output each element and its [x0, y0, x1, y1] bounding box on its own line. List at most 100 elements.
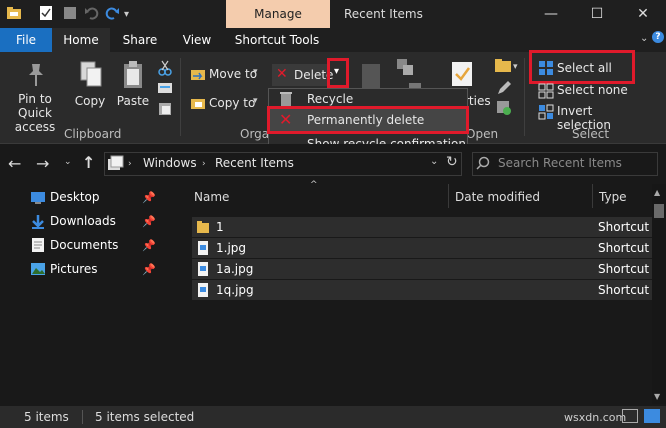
maximize-button[interactable]: ☐ [574, 0, 620, 28]
column-header-name[interactable]: Name [194, 190, 229, 204]
details-view-icon[interactable] [622, 409, 638, 423]
file-type: Shortcut [598, 262, 650, 276]
pin-icon[interactable]: 📌 [142, 263, 156, 276]
history-icon[interactable] [496, 100, 512, 119]
pin-icon[interactable]: 📌 [142, 191, 156, 204]
help-icon[interactable]: ? [652, 31, 664, 43]
redo-icon[interactable] [104, 5, 120, 21]
properties-quick-icon[interactable] [38, 5, 54, 21]
paste-icon [124, 61, 142, 88]
copy-to-label: Copy to [209, 96, 256, 110]
pictures-icon [31, 263, 45, 275]
invert-selection-icon [538, 104, 554, 120]
chevron-down-icon[interactable]: ▾ [513, 62, 518, 72]
move-to-label: Move to [209, 67, 258, 81]
delete-dropdown-button[interactable]: ▾ [327, 58, 349, 88]
nav-item-desktop[interactable]: Desktop 📌 [0, 186, 160, 210]
watermark: wsxdn.com [564, 411, 627, 424]
pin-icon[interactable]: 📌 [142, 239, 156, 252]
column-separator[interactable] [592, 184, 593, 208]
select-all-icon [539, 61, 553, 75]
copy-to-button[interactable]: Copy to ▾ [190, 93, 266, 115]
tab-share[interactable]: Share [116, 28, 164, 52]
chevron-right-icon: › [128, 159, 132, 169]
close-button[interactable]: ✕ [620, 0, 666, 28]
nav-item-pictures[interactable]: Pictures 📌 [0, 258, 160, 282]
address-dropdown-icon[interactable]: ⌄ [430, 156, 438, 167]
downloads-icon [32, 215, 44, 229]
column-header-type[interactable]: Type [599, 190, 627, 204]
chevron-down-icon: ▾ [334, 66, 340, 77]
scroll-up-icon[interactable]: ▲ [654, 188, 660, 197]
select-none-button[interactable]: Select none [536, 81, 636, 101]
select-none-icon [538, 83, 554, 99]
copy-icon [80, 61, 102, 87]
tab-view[interactable]: View [174, 28, 220, 52]
select-none-label: Select none [557, 83, 628, 97]
open-folder-icon[interactable] [494, 58, 512, 77]
recycle-bin-icon [280, 92, 292, 106]
quick-access-dropdown-icon[interactable]: ▾ [124, 9, 140, 25]
move-to-button[interactable]: Move to ▾ [190, 64, 266, 86]
select-group-label: Select [572, 127, 610, 141]
tab-home[interactable]: Home [52, 28, 110, 52]
folder-icon[interactable] [6, 5, 22, 21]
nav-item-documents[interactable]: Documents 📌 [0, 234, 160, 258]
table-row[interactable]: 1.jpg Shortcut [192, 238, 652, 258]
window-title: Recent Items [344, 7, 423, 21]
new-item-icon[interactable] [396, 58, 414, 79]
up-arrow-icon[interactable]: ↑ [82, 153, 95, 172]
undo-icon[interactable] [84, 5, 100, 21]
copy-to-icon [191, 99, 205, 109]
file-name: 1 [216, 220, 224, 234]
edit-icon[interactable] [496, 80, 512, 99]
scrollbar-thumb[interactable] [654, 204, 664, 218]
nav-label: Downloads [50, 214, 116, 228]
scroll-down-icon[interactable]: ▼ [654, 392, 660, 401]
nav-label: Desktop [50, 190, 100, 204]
tab-shortcut-tools[interactable]: Shortcut Tools [230, 28, 324, 52]
cut-icon[interactable] [158, 60, 172, 79]
new-folder-quick-icon[interactable] [62, 5, 78, 21]
delete-x-icon: ✕ [279, 110, 293, 129]
back-arrow-icon[interactable]: ← [8, 154, 21, 173]
image-file-icon [198, 262, 208, 276]
forward-arrow-icon[interactable]: → [36, 154, 49, 173]
column-header-date-modified[interactable]: Date modified [455, 190, 540, 204]
invert-selection-button[interactable]: Invert selection [536, 102, 640, 132]
table-row[interactable]: 1q.jpg Shortcut [192, 280, 652, 300]
status-divider [82, 410, 83, 424]
breadcrumb-recent-items[interactable]: Recent Items [215, 156, 294, 170]
select-all-button[interactable]: Select all [529, 50, 635, 84]
minimize-button[interactable]: — [528, 0, 574, 28]
refresh-icon[interactable]: ↻ [446, 154, 458, 170]
pin-icon[interactable]: 📌 [142, 215, 156, 228]
table-row[interactable]: 1 Shortcut [192, 217, 652, 237]
large-icons-view-icon[interactable] [644, 409, 660, 423]
sort-ascending-icon: ^ [310, 180, 318, 190]
recent-locations-chevron-icon[interactable]: ⌄ [64, 157, 72, 167]
tab-file[interactable]: File [0, 28, 52, 52]
collapse-ribbon-icon[interactable]: ⌄ [640, 33, 648, 44]
search-input-placeholder: Search Recent Items [498, 156, 622, 170]
nav-label: Pictures [50, 262, 98, 276]
pin-to-quick-access-button[interactable]: Pin to Quick access [2, 60, 68, 134]
table-row[interactable]: 1a.jpg Shortcut [192, 259, 652, 279]
nav-item-downloads[interactable]: Downloads 📌 [0, 210, 160, 234]
image-file-icon [198, 241, 208, 255]
delete-button[interactable]: ✕ Delete [272, 64, 333, 86]
chevron-down-icon: ▾ [253, 67, 258, 77]
copy-path-icon[interactable] [157, 82, 173, 97]
copy-button[interactable]: Copy [72, 60, 108, 110]
breadcrumb-windows[interactable]: Windows [143, 156, 197, 170]
file-name: 1a.jpg [216, 262, 254, 276]
menu-item-permanently-delete[interactable]: ✕ Permanently delete [267, 106, 469, 134]
tab-manage[interactable]: Manage [226, 0, 330, 28]
file-name: 1.jpg [216, 241, 247, 255]
file-name: 1q.jpg [216, 283, 254, 297]
clipboard-group-label: Clipboard [64, 127, 122, 141]
copy-label: Copy [74, 94, 106, 108]
paste-button[interactable]: Paste [114, 60, 152, 110]
column-separator[interactable] [448, 184, 449, 208]
paste-shortcut-icon[interactable] [158, 102, 172, 119]
